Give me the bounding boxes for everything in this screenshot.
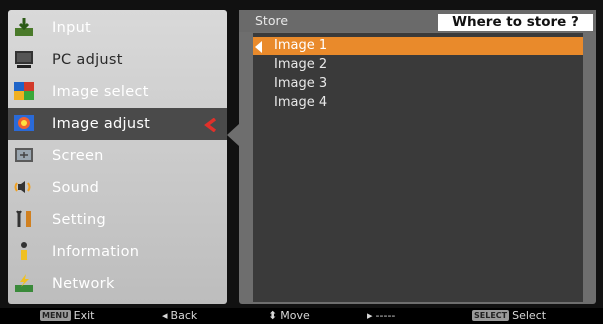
image-select-icon	[13, 80, 35, 102]
pc-adjust-icon	[13, 48, 35, 70]
enter-hint: ▸ -----	[367, 309, 395, 322]
arrow-left-icon	[255, 41, 262, 53]
right-arrow-icon: ▸	[367, 309, 373, 322]
store-option-image-4[interactable]: Image 4	[253, 94, 583, 112]
store-list: Image 1 Image 2 Image 3 Image 4	[253, 33, 583, 302]
back-hint: ◂ Back	[162, 309, 197, 322]
chevron-left-icon	[204, 117, 218, 133]
exit-label: Exit	[73, 309, 95, 322]
menu-label-network: Network	[52, 276, 115, 292]
store-panel: Store Where to store ? Image 1 Image 2 I…	[239, 10, 596, 304]
menu-label-setting: Setting	[52, 212, 107, 228]
setting-icon	[13, 208, 35, 230]
input-icon	[13, 16, 35, 38]
menu-label-image-adjust: Image adjust	[52, 116, 151, 132]
image-adjust-icon	[13, 112, 35, 134]
menu-item-image-adjust[interactable]: Image adjust	[8, 108, 227, 140]
panel-hint-label: Where to store ?	[438, 14, 593, 31]
menu-item-image-select[interactable]: Image select	[8, 76, 227, 108]
store-option-label: Image 1	[274, 38, 328, 53]
menu-item-pc-adjust[interactable]: PC adjust	[8, 44, 227, 76]
menu-item-network[interactable]: Network	[8, 268, 227, 300]
select-hint: SELECT Select	[472, 309, 546, 322]
projector-menu-screen: Input PC adjust Image select Image adjus…	[0, 0, 603, 324]
menu-item-screen[interactable]: Screen	[8, 140, 227, 172]
store-option-image-1[interactable]: Image 1	[253, 37, 583, 55]
menu-label-pc-adjust: PC adjust	[52, 52, 123, 68]
left-arrow-icon: ◂	[162, 309, 168, 322]
move-label: Move	[280, 309, 310, 322]
select-label: Select	[512, 309, 547, 322]
sound-icon	[13, 176, 35, 198]
menu-item-setting[interactable]: Setting	[8, 204, 227, 236]
menu-label-sound: Sound	[52, 180, 100, 196]
store-option-image-3[interactable]: Image 3	[253, 75, 583, 93]
enter-label: -----	[375, 309, 396, 322]
menu-label-screen: Screen	[52, 148, 104, 164]
panel-pointer	[227, 124, 239, 146]
menu-item-information[interactable]: Information	[8, 236, 227, 268]
menu-label-input: Input	[52, 20, 92, 36]
panel-header: Store Where to store ?	[239, 10, 596, 32]
exit-hint: MENU Exit	[40, 309, 94, 322]
information-icon	[13, 240, 35, 262]
back-label: Back	[170, 309, 198, 322]
store-option-label: Image 3	[274, 76, 328, 91]
network-icon	[13, 272, 35, 294]
menu-item-sound[interactable]: Sound	[8, 172, 227, 204]
menu-item-input[interactable]: Input	[8, 12, 227, 44]
menu-key-icon: MENU	[40, 310, 71, 321]
up-down-arrow-icon: ⬍	[268, 309, 278, 322]
screen-icon	[13, 144, 35, 166]
move-hint: ⬍ Move	[268, 309, 310, 322]
main-menu: Input PC adjust Image select Image adjus…	[8, 10, 227, 304]
panel-title: Store	[255, 13, 289, 28]
select-key-icon: SELECT	[472, 310, 510, 321]
store-option-image-2[interactable]: Image 2	[253, 56, 583, 74]
store-option-label: Image 2	[274, 57, 328, 72]
menu-label-image-select: Image select	[52, 84, 149, 100]
menu-label-information: Information	[52, 244, 140, 260]
bottom-help-bar: MENU Exit ◂ Back ⬍ Move ▸ ----- SELECT S…	[0, 308, 603, 324]
store-option-label: Image 4	[274, 95, 328, 110]
